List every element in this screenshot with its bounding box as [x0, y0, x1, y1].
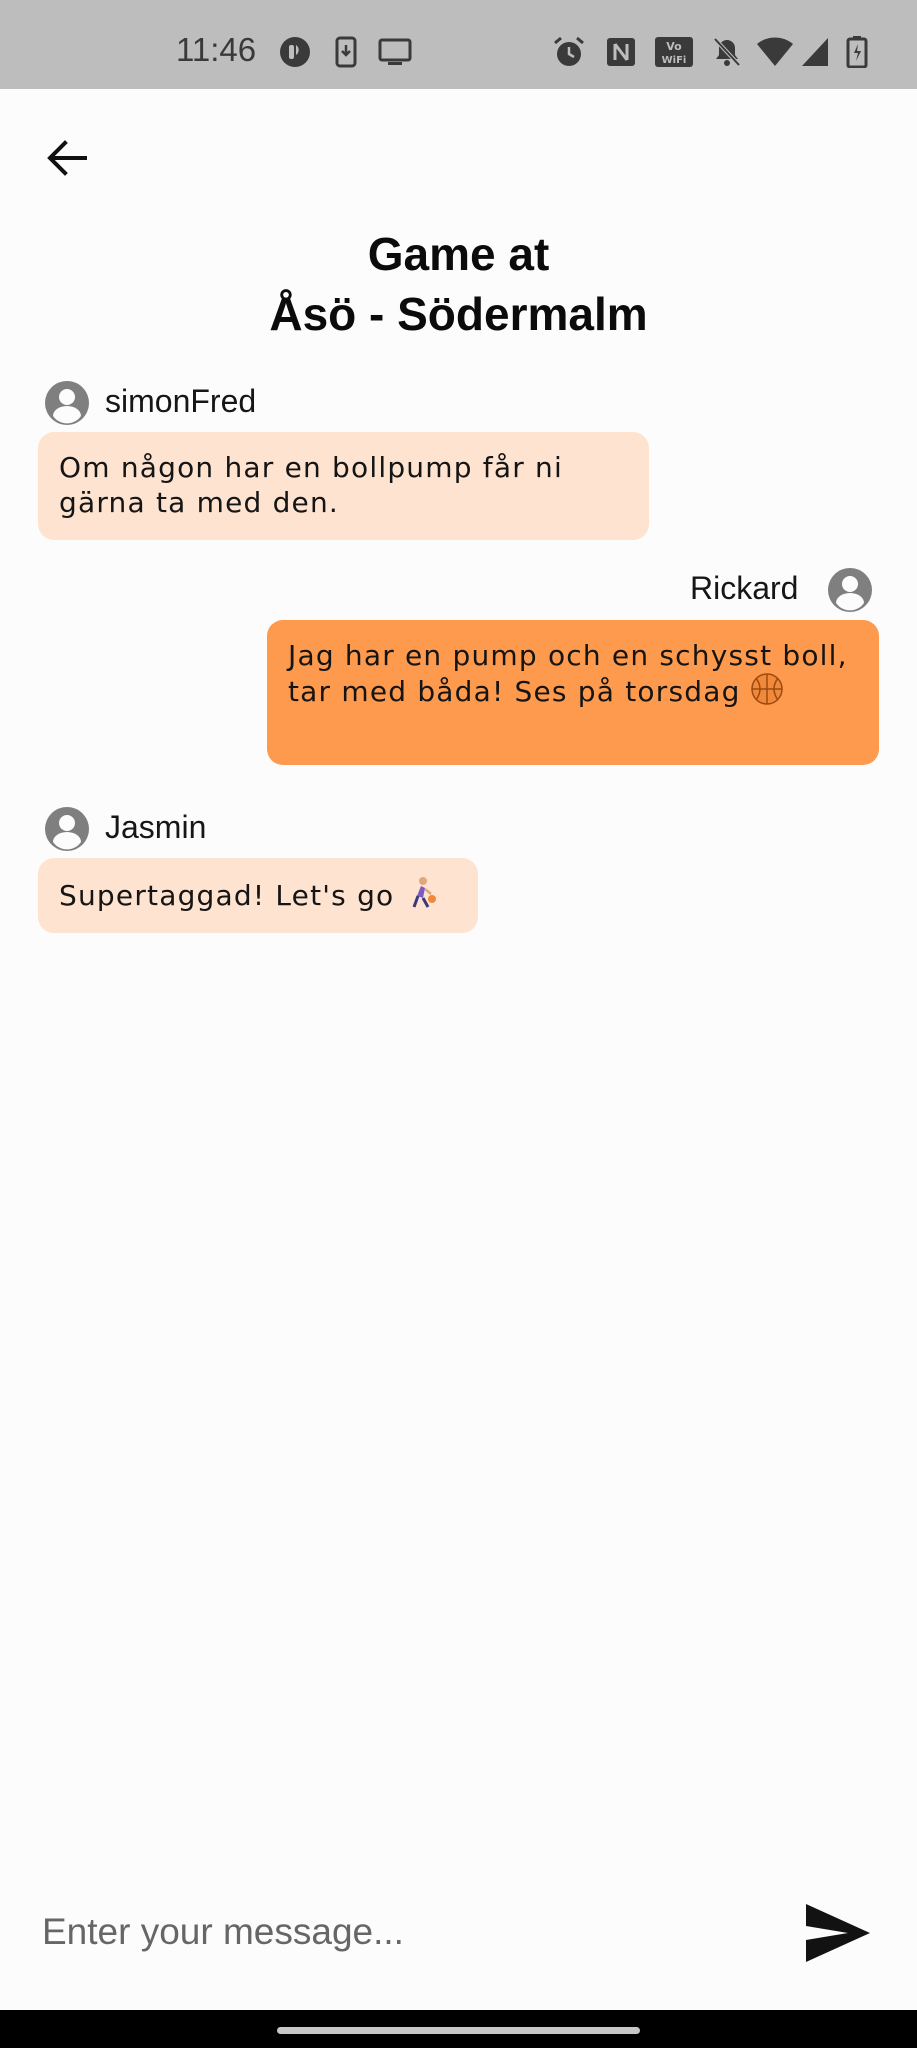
message-sender: simonFred [105, 383, 257, 419]
basketball-player-icon [404, 876, 438, 918]
message-bubble[interactable]: Supertaggad! Let's go [38, 858, 478, 933]
message-text: Supertaggad! Let's go [59, 879, 395, 912]
avatar-icon [828, 568, 872, 612]
cast-icon [378, 38, 412, 65]
arrow-left-icon [47, 140, 87, 176]
wifi-icon [757, 37, 793, 66]
send-button[interactable] [802, 1900, 874, 1966]
title-line-1: Game at [367, 228, 550, 280]
message-text: Om någon har en bollpump får ni gärna ta… [59, 451, 563, 519]
send-icon [806, 1904, 870, 1962]
chat-screen: Game at Åsö - Södermalm simonFred Om någ… [0, 89, 917, 2010]
svg-text:WiFi: WiFi [662, 55, 687, 66]
avatar-icon [45, 807, 89, 851]
mute-icon [713, 37, 741, 67]
back-button[interactable] [38, 129, 96, 187]
vowifi-icon: Vo WiFi [655, 37, 693, 67]
alarm-icon [554, 36, 584, 66]
message-bubble[interactable]: Jag har en pump och en schysst boll, tar… [267, 620, 879, 765]
signal-icon [802, 38, 828, 66]
basketball-icon [750, 673, 783, 713]
message-sender: Jasmin [105, 809, 207, 845]
title-line-2: Åsö - Södermalm [269, 288, 648, 340]
svg-text:Vo: Vo [666, 40, 682, 53]
avatar-icon [45, 381, 89, 425]
page-title: Game at Åsö - Södermalm [0, 224, 917, 344]
download-icon [335, 36, 357, 68]
nfc-icon [607, 38, 635, 66]
status-time: 11:46 [176, 31, 257, 68]
home-gesture-handle[interactable] [277, 2027, 640, 2034]
message-bubble[interactable]: Om någon har en bollpump får ni gärna ta… [38, 432, 649, 540]
battery-icon [846, 36, 868, 68]
message-input[interactable] [42, 1902, 762, 1962]
status-bar: 11:46 Vo WiFi [0, 0, 917, 89]
messenger-icon [280, 37, 310, 67]
navigation-bar [0, 2010, 917, 2048]
message-sender: Rickard [690, 570, 799, 606]
